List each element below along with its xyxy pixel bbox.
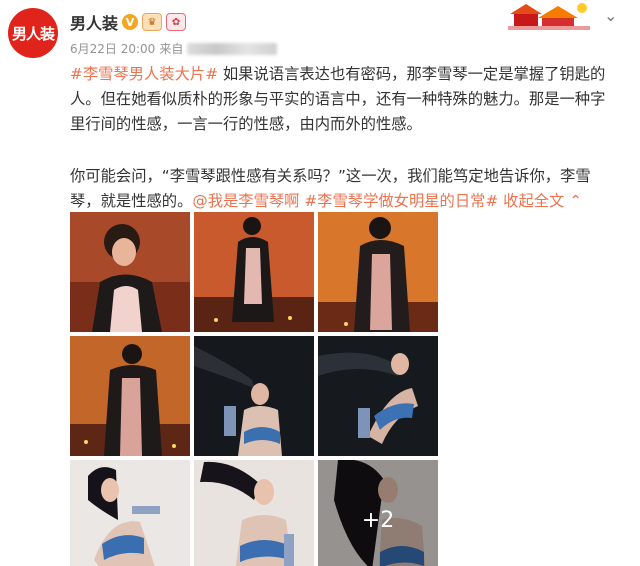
festival-decoration-icon [508, 0, 590, 30]
photo-5[interactable] [194, 336, 314, 456]
weibo-post: 男人装 男人装 V ♛ ✿ 6月22日 20:00 来自 ⌄ #李雪琴男人装大片… [0, 0, 640, 566]
collapse-text-button[interactable]: 收起全文 [503, 192, 564, 210]
avatar[interactable]: 男人装 [8, 8, 58, 58]
more-images-overlay[interactable]: +2 [318, 460, 438, 566]
source-blurred [187, 42, 278, 55]
more-images-count: +2 [361, 507, 395, 533]
paragraph-1: #李雪琴男人装大片# 如果说语言表达也有密码，那李雪琴一定是掌握了钥匙的人。但在… [70, 62, 615, 137]
verified-icon: V [122, 14, 139, 30]
member-badge-icon: ♛ [142, 13, 163, 31]
author-name[interactable]: 男人装 [70, 10, 118, 34]
topic-link-2[interactable]: #李雪琴学做女明星的日常# [304, 192, 498, 210]
author-row: 男人装 V ♛ ✿ [70, 10, 187, 34]
mention-link[interactable]: @我是李雪琴啊 [192, 192, 299, 210]
photo-3[interactable] [318, 212, 438, 332]
post-meta: 6月22日 20:00 来自 [70, 40, 278, 57]
chevron-up-icon[interactable]: ⌃ [569, 192, 582, 210]
post-time[interactable]: 6月22日 20:00 [70, 40, 155, 57]
photo-6[interactable] [318, 336, 438, 456]
photo-1[interactable] [70, 212, 190, 332]
fan-badge-icon: ✿ [166, 13, 187, 31]
paragraph-2: 你可能会问，“李雪琴跟性感有关系吗？”这一次，我们能笃定地告诉你，李雪琴，就是性… [70, 164, 615, 214]
photo-2[interactable] [194, 212, 314, 332]
photo-9[interactable]: +2 [318, 460, 438, 566]
photo-4[interactable] [70, 336, 190, 456]
more-options-chevron-icon[interactable]: ⌄ [604, 6, 617, 25]
avatar-text: 男人装 [11, 24, 55, 43]
photo-7[interactable] [70, 460, 190, 566]
photo-8[interactable] [194, 460, 314, 566]
source-prefix: 来自 [159, 42, 184, 56]
image-grid: +2 [70, 212, 442, 566]
topic-link-1[interactable]: #李雪琴男人装大片# [70, 65, 218, 83]
